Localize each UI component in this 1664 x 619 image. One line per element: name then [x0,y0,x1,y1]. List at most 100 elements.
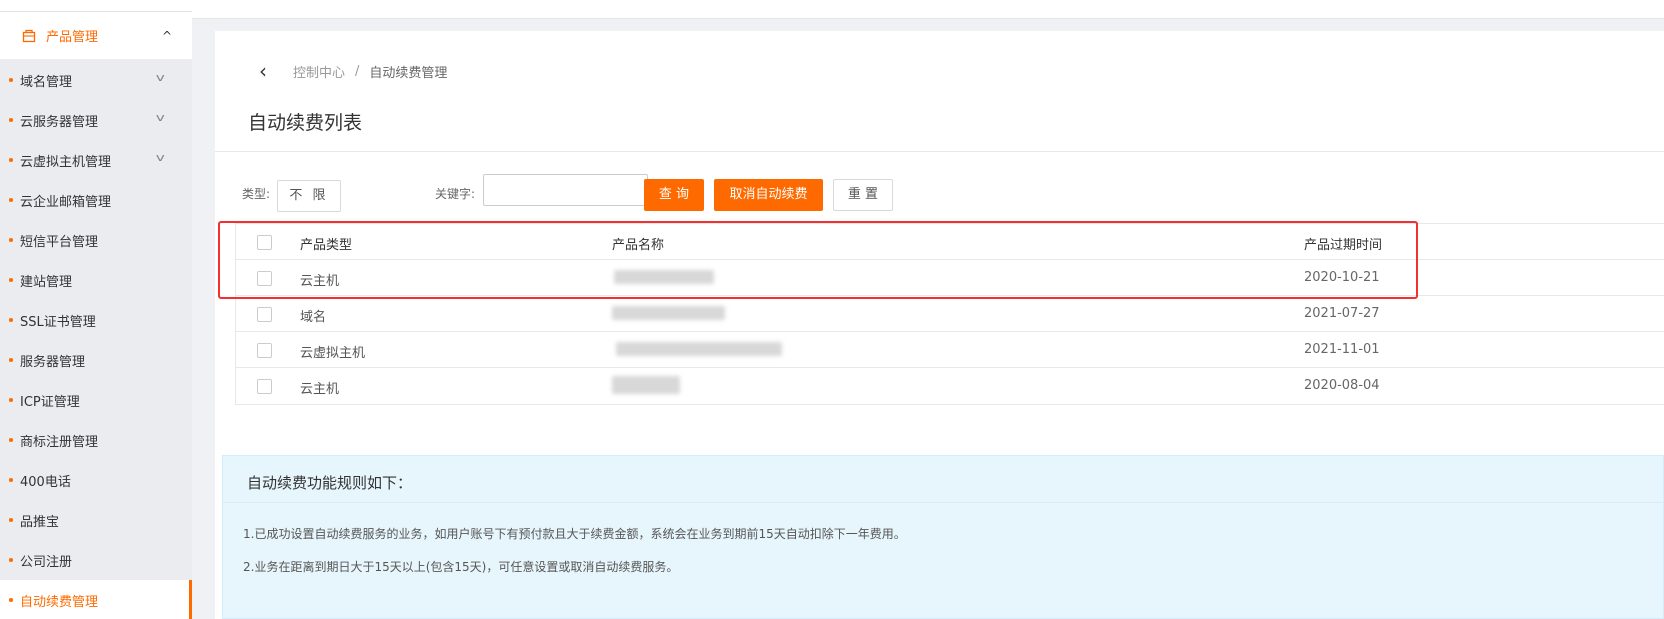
type-select[interactable]: 不 限 [277,180,341,212]
sidebar-item-400-phone[interactable]: 400电话 [0,460,192,500]
sidebar-item-domain[interactable]: 域名管理 v [0,60,192,100]
title-divider [215,151,1664,152]
sidebar-item-label: 云企业邮箱管理 [20,194,112,210]
keyword-label: 关键字: [435,187,476,201]
cell-expire-date: 2021-07-27 [1304,306,1380,321]
sidebar-item-cloud-server[interactable]: 云服务器管理 v [0,100,192,140]
keyword-input[interactable] [483,174,648,206]
sidebar-group-label: 产品管理 [46,30,99,45]
sidebar-item-company-registration[interactable]: 公司注册 [0,540,192,580]
sidebar: 产品管理 ^ 域名管理 v 云服务器管理 v 云虚拟主机管理 v 云企业邮箱管理 短信… [0,0,192,619]
bullet-dot [9,118,13,122]
row-checkbox[interactable] [257,307,272,322]
type-label: 类型: [242,187,271,201]
search-button[interactable]: 查 询 [644,179,704,211]
bullet-dot [9,558,13,562]
sidebar-top-bar [0,0,192,12]
sidebar-item-pintuibao[interactable]: 品推宝 [0,500,192,540]
row-checkbox[interactable] [257,271,272,286]
sidebar-group-product[interactable]: 产品管理 ^ [0,12,192,60]
sidebar-item-auto-renewal[interactable]: 自动续费管理 [0,580,192,619]
blurred-product-name [616,342,782,356]
rules-divider [223,502,1663,503]
cell-expire-date: 2020-10-21 [1304,270,1380,285]
table-row[interactable]: 域名 2021-07-27 [236,296,1664,332]
header-product-type: 产品类型 [300,238,353,253]
sidebar-item-icp[interactable]: ICP证管理 [0,380,192,420]
blurred-product-name [612,376,680,394]
bullet-dot [9,198,13,202]
bullet-dot [9,278,13,282]
blurred-product-name [614,270,714,284]
select-all-checkbox[interactable] [257,235,272,250]
chevron-up-icon: ^ [161,29,172,43]
header-product-name: 产品名称 [612,238,665,253]
breadcrumb-separator: / [355,63,360,79]
sidebar-item-sms[interactable]: 短信平台管理 [0,220,192,260]
rules-title: 自动续费功能规则如下： [247,474,413,492]
sidebar-item-ssl[interactable]: SSL证书管理 [0,300,192,340]
row-checkbox[interactable] [257,343,272,358]
cancel-auto-renewal-button[interactable]: 取消自动续费 [714,179,823,211]
sidebar-item-trademark[interactable]: 商标注册管理 [0,420,192,460]
main-panel: ‹ 控制中心 / 自动续费管理 自动续费列表 类型: 不 限 关键字: 查 询 … [215,31,1664,619]
sidebar-menu: 域名管理 v 云服务器管理 v 云虚拟主机管理 v 云企业邮箱管理 短信平台管理 建站… [0,60,192,619]
cell-expire-date: 2021-11-01 [1304,342,1380,357]
table-header-row: 产品类型 产品名称 产品过期时间 [236,224,1664,260]
bullet-dot [9,398,13,402]
rule-line: 1.已成功设置自动续费服务的业务，如用户账号下有预付款且大于续费金额，系统会在业… [243,527,906,541]
sidebar-item-site-builder[interactable]: 建站管理 [0,260,192,300]
sidebar-item-label: 400电话 [20,474,71,490]
top-bar [192,0,1664,19]
package-icon [22,29,36,42]
breadcrumb-home-link[interactable]: 控制中心 [293,62,345,81]
table-row[interactable]: 云主机 2020-10-21 [236,260,1664,296]
sidebar-item-label: SSL证书管理 [20,314,96,330]
reset-button[interactable]: 重 置 [833,179,893,211]
bullet-dot [9,518,13,522]
cell-product-type: 云主机 [300,274,340,289]
page-title: 自动续费列表 [248,112,363,134]
back-arrow-icon[interactable]: ‹ [259,61,279,81]
cell-product-type: 域名 [300,310,327,325]
sidebar-item-label: 短信平台管理 [20,234,99,250]
cell-product-type: 云主机 [300,382,340,397]
bullet-dot [9,438,13,442]
rules-info-box: 自动续费功能规则如下： 1.已成功设置自动续费服务的业务，如用户账号下有预付款且… [222,455,1664,619]
bullet-dot [9,598,13,602]
filter-bar: 类型: 不 限 关键字: 查 询 取消自动续费 重 置 [215,174,1664,225]
sidebar-item-label: 云虚拟主机管理 [20,154,112,170]
sidebar-item-virtual-host[interactable]: 云虚拟主机管理 v [0,140,192,180]
bullet-dot [9,358,13,362]
chevron-down-icon: v [156,151,166,164]
sidebar-item-mail[interactable]: 云企业邮箱管理 [0,180,192,220]
sidebar-item-label: 自动续费管理 [20,594,99,610]
sidebar-item-label: 公司注册 [20,554,73,570]
blurred-product-name [612,306,725,320]
cell-product-type: 云虚拟主机 [300,346,366,361]
table-row[interactable]: 云主机 2020-08-04 [236,368,1664,404]
sidebar-item-label: 建站管理 [20,274,73,290]
breadcrumb: ‹ 控制中心 / 自动续费管理 [259,61,447,81]
bullet-dot [9,238,13,242]
bullet-dot [9,158,13,162]
row-checkbox[interactable] [257,379,272,394]
sidebar-item-label: 云服务器管理 [20,114,99,130]
sidebar-item-label: 域名管理 [20,74,73,90]
chevron-down-icon: v [156,111,166,124]
table-row[interactable]: 云虚拟主机 2021-11-01 [236,332,1664,368]
rule-line: 2.业务在距离到期日大于15天以上(包含15天)，可任意设置或取消自动续费服务。 [243,560,679,574]
cell-expire-date: 2020-08-04 [1304,378,1380,393]
sidebar-item-label: 品推宝 [20,514,60,530]
breadcrumb-current: 自动续费管理 [369,65,448,81]
bullet-dot [9,478,13,482]
sidebar-item-label: 服务器管理 [20,354,86,370]
sidebar-item-server[interactable]: 服务器管理 [0,340,192,380]
chevron-down-icon: v [156,71,166,84]
sidebar-item-label: 商标注册管理 [20,434,99,450]
bullet-dot [9,78,13,82]
sidebar-item-label: ICP证管理 [20,394,80,410]
header-expire-date: 产品过期时间 [1304,238,1383,253]
renewal-table: 产品类型 产品名称 产品过期时间 云主机 2020-10-21 域名 2021-… [235,223,1664,405]
bullet-dot [9,318,13,322]
